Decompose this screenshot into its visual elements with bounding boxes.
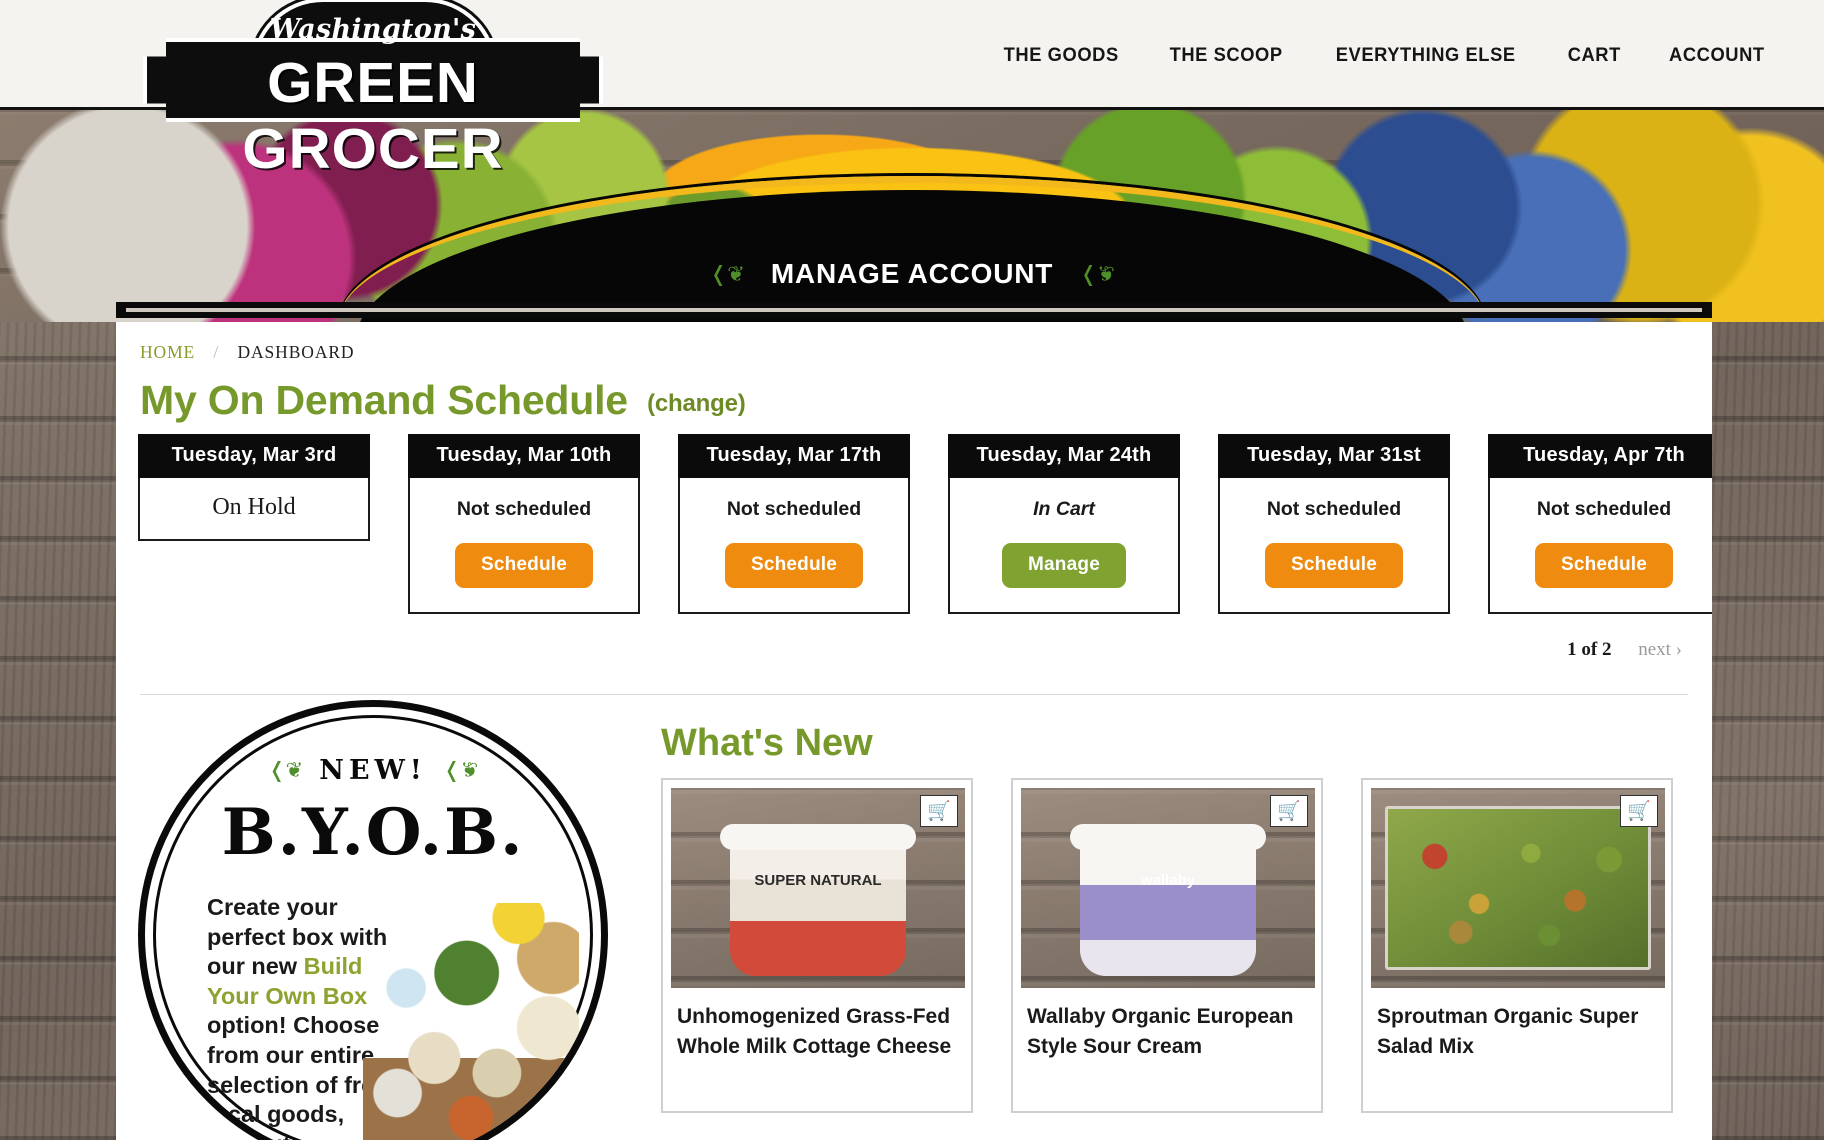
- byob-acronym: B.Y.O.B.: [221, 795, 525, 870]
- cottage-cheese-tub: SUPER NATURAL: [720, 824, 916, 976]
- page-count: 1 of 2: [1567, 639, 1612, 660]
- sour-cream-tub: wallaby: [1070, 824, 1266, 976]
- leaf-ornament-right: ❦❭: [442, 759, 478, 782]
- schedule-card-date: Tuesday, Mar 31st: [1218, 434, 1450, 478]
- logo-wordmark: GREEN GROCER: [242, 51, 504, 181]
- product-card[interactable]: wallaby 🛒 Wallaby Organic European Style…: [1011, 778, 1323, 1113]
- page-root: ❬❦ MANAGE ACCOUNT ❦❭ THE GOODS THE SCOOP…: [0, 0, 1824, 1140]
- schedule-card[interactable]: Tuesday, Mar 10th Not scheduled Schedule: [408, 434, 640, 614]
- content-panel: HOME / DASHBOARD My On Demand Schedule (…: [116, 322, 1712, 1140]
- schedule-button[interactable]: Schedule: [1534, 543, 1674, 588]
- schedule-card-date: Tuesday, Mar 17th: [678, 434, 910, 478]
- change-schedule-link-wrap: (change): [647, 390, 746, 417]
- schedule-card-date: Tuesday, Apr 7th: [1488, 434, 1712, 478]
- product-name: Sproutman Organic Super Salad Mix: [1377, 1005, 1639, 1059]
- add-to-cart-icon[interactable]: 🛒: [920, 795, 958, 827]
- main-navigation: THE GOODS THE SCOOP EVERYTHING ELSE CART…: [1000, 0, 1768, 110]
- schedule-card-status: Not scheduled: [1266, 498, 1402, 520]
- schedule-card-status: Not scheduled: [726, 498, 862, 520]
- schedule-card-body: Not scheduled Schedule: [1218, 478, 1450, 614]
- schedule-card-status: Not scheduled: [456, 498, 592, 520]
- schedule-button[interactable]: Schedule: [454, 543, 594, 588]
- byob-basket-image: [363, 903, 579, 1140]
- panel-top-frame: [116, 302, 1712, 318]
- pack-brand-text: wallaby: [1140, 872, 1196, 889]
- schedule-card[interactable]: Tuesday, Mar 17th Not scheduled Schedule: [678, 434, 910, 614]
- product-image: SUPER NATURAL 🛒: [671, 788, 965, 988]
- pack-brand-text: SUPER NATURAL: [754, 872, 882, 889]
- nav-item-the-scoop[interactable]: THE SCOOP: [1170, 44, 1283, 67]
- section-divider: [140, 694, 1688, 695]
- nav-item-everything-else[interactable]: EVERYTHING ELSE: [1336, 44, 1516, 67]
- byob-new-row: ❬❦ NEW! ❦❭: [145, 755, 601, 786]
- nav-item-the-goods[interactable]: THE GOODS: [1003, 44, 1118, 67]
- schedule-card-body: Not scheduled Schedule: [678, 478, 910, 614]
- schedule-card-date: Tuesday, Mar 3rd: [138, 434, 370, 478]
- salad-mix-tray: [1385, 806, 1651, 970]
- schedule-card-status: In Cart: [1033, 498, 1095, 520]
- schedule-card[interactable]: Tuesday, Mar 3rd On Hold: [138, 434, 370, 614]
- leaf-ornament-right: ❦❭: [1079, 262, 1115, 286]
- whats-new-product-list: SUPER NATURAL 🛒 Unhomogenized Grass-Fed …: [661, 778, 1673, 1113]
- change-schedule-link[interactable]: (change): [647, 390, 746, 417]
- breadcrumb-current: DASHBOARD: [237, 342, 355, 362]
- schedule-card[interactable]: Tuesday, Apr 7th Not scheduled Schedule: [1488, 434, 1712, 614]
- page-title: My On Demand Schedule (change): [140, 377, 746, 424]
- product-image: 🛒: [1371, 788, 1665, 988]
- product-card[interactable]: SUPER NATURAL 🛒 Unhomogenized Grass-Fed …: [661, 778, 973, 1113]
- leaf-ornament-left: ❬❦: [268, 759, 304, 782]
- product-name: Wallaby Organic European Style Sour Crea…: [1027, 1005, 1294, 1059]
- pagination: 1 of 2 next ›: [1567, 639, 1682, 661]
- banner-title: MANAGE ACCOUNT: [770, 258, 1054, 289]
- schedule-card[interactable]: Tuesday, Mar 24th In Cart Manage: [948, 434, 1180, 614]
- schedule-card-body: In Cart Manage: [948, 478, 1180, 614]
- schedule-card-body: Not scheduled Schedule: [408, 478, 640, 614]
- nav-item-account[interactable]: ACCOUNT: [1669, 44, 1765, 67]
- schedule-card-status: On Hold: [212, 494, 296, 520]
- schedule-card[interactable]: Tuesday, Mar 31st Not scheduled Schedule: [1218, 434, 1450, 614]
- whats-new-title: What's New: [661, 722, 873, 764]
- leaf-ornament-left: ❬❦: [709, 262, 745, 286]
- breadcrumb: HOME / DASHBOARD: [140, 342, 354, 363]
- schedule-card-date: Tuesday, Mar 24th: [948, 434, 1180, 478]
- product-name: Unhomogenized Grass-Fed Whole Milk Cotta…: [677, 1005, 952, 1059]
- schedule-card-date: Tuesday, Mar 10th: [408, 434, 640, 478]
- schedule-button[interactable]: Schedule: [1264, 543, 1404, 588]
- breadcrumb-home[interactable]: HOME: [140, 342, 195, 362]
- tub-lid: [1070, 824, 1266, 850]
- byob-promo[interactable]: ❬❦ NEW! ❦❭ B.Y.O.B. Create your perfect …: [138, 700, 608, 1140]
- page-title-text: My On Demand Schedule: [140, 377, 628, 423]
- add-to-cart-icon[interactable]: 🛒: [1620, 795, 1658, 827]
- schedule-card-body: On Hold: [138, 478, 370, 541]
- logo-script-text: Washington's: [269, 14, 477, 45]
- manage-button[interactable]: Manage: [1002, 543, 1126, 588]
- tub-lid: [720, 824, 916, 850]
- product-card[interactable]: 🛒 Sproutman Organic Super Salad Mix: [1361, 778, 1673, 1113]
- schedule-card-list: Tuesday, Mar 3rd On Hold Tuesday, Mar 10…: [138, 434, 1712, 614]
- byob-new-label: NEW!: [319, 755, 427, 786]
- site-logo[interactable]: Washington's GREEN GROCER: [133, 0, 613, 181]
- schedule-button[interactable]: Schedule: [724, 543, 864, 588]
- nav-item-cart[interactable]: CART: [1567, 44, 1620, 67]
- schedule-card-body: Not scheduled Schedule: [1488, 478, 1712, 614]
- schedule-card-status: Not scheduled: [1536, 498, 1672, 520]
- product-image: wallaby 🛒: [1021, 788, 1315, 988]
- breadcrumb-separator: /: [213, 342, 220, 362]
- add-to-cart-icon[interactable]: 🛒: [1270, 795, 1308, 827]
- manage-account-banner: ❬❦ MANAGE ACCOUNT ❦❭: [710, 258, 1115, 290]
- next-page-link[interactable]: next ›: [1638, 639, 1682, 660]
